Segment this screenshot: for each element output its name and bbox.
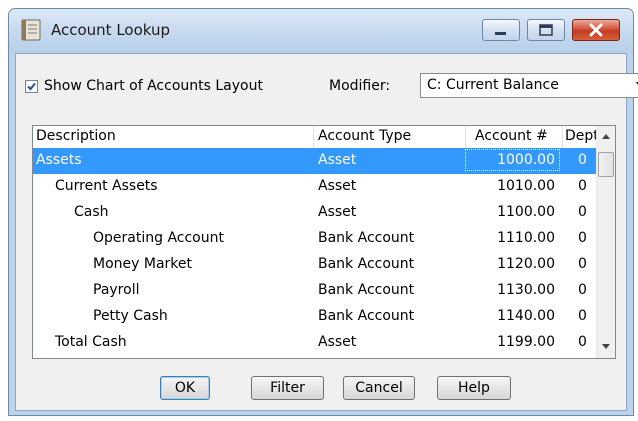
cell-account-number: 1120.00: [497, 256, 555, 272]
cell-account-number: 1110.00: [497, 230, 555, 246]
check-icon: [27, 82, 36, 91]
show-layout-label[interactable]: Show Chart of Accounts Layout: [44, 78, 263, 94]
close-icon: [589, 23, 603, 37]
cell-description: Current Assets: [55, 178, 158, 194]
filter-button[interactable]: Filter: [251, 376, 324, 400]
cell-account-type: Asset: [318, 334, 357, 350]
table-row[interactable]: Petty Cash Bank Account 1140.00 0: [33, 304, 598, 330]
table-header: Description Account Type Account # Dept: [33, 126, 599, 149]
modifier-select[interactable]: C: Current Balance: [420, 73, 638, 98]
cell-dept: 0: [578, 256, 587, 272]
focus-cell-outline: [465, 149, 560, 171]
accounts-table[interactable]: Description Account Type Account # Dept …: [32, 125, 616, 359]
cell-description: Cash: [74, 204, 109, 220]
cell-dept: 0: [578, 230, 587, 246]
cell-account-number: 1100.00: [497, 204, 555, 220]
maximize-button[interactable]: [527, 19, 565, 41]
cell-account-type: Asset: [318, 204, 357, 220]
cell-description: Operating Account: [93, 230, 224, 246]
modifier-label: Modifier:: [329, 78, 391, 94]
table-row[interactable]: Cash Asset 1100.00 0: [33, 200, 598, 226]
account-lookup-window: Account Lookup Show Chart of Accounts La…: [8, 8, 638, 416]
table-row[interactable]: Money Market Bank Account 1120.00 0: [33, 252, 598, 278]
table-row[interactable]: Total Cash Asset 1199.00 0: [33, 330, 598, 356]
cell-description: Money Market: [93, 256, 192, 272]
window-title: Account Lookup: [51, 21, 171, 39]
table-row[interactable]: Assets Asset 1000.00 0: [33, 148, 598, 174]
modifier-value: C: Current Balance: [427, 77, 559, 93]
column-header-account-number[interactable]: Account #: [475, 128, 548, 144]
cell-account-type: Bank Account: [318, 256, 415, 272]
table-row[interactable]: Payroll Bank Account 1130.00 0: [33, 278, 598, 304]
close-button[interactable]: [572, 19, 620, 41]
cell-description: Assets: [36, 152, 82, 168]
vertical-scrollbar[interactable]: [596, 126, 615, 358]
minimize-icon: [495, 32, 506, 35]
show-layout-checkbox[interactable]: [25, 80, 38, 93]
column-header-account-type[interactable]: Account Type: [318, 128, 411, 144]
cell-account-number: 1010.00: [497, 178, 555, 194]
cell-description: Payroll: [93, 282, 140, 298]
cell-dept: 0: [578, 308, 587, 324]
ledger-icon: [19, 19, 43, 41]
cell-account-number: 1130.00: [497, 282, 555, 298]
cell-description: Total Cash: [55, 334, 127, 350]
cancel-button[interactable]: Cancel: [343, 376, 415, 400]
scroll-up-icon[interactable]: [602, 134, 610, 139]
cell-account-type: Bank Account: [318, 308, 415, 324]
cell-account-number: 1140.00: [497, 308, 555, 324]
cell-dept: 0: [578, 178, 587, 194]
cell-dept: 0: [578, 204, 587, 220]
maximize-icon: [539, 24, 553, 36]
dialog-body: Show Chart of Accounts Layout Modifier: …: [15, 53, 638, 411]
title-bar[interactable]: Account Lookup: [9, 9, 633, 53]
minimize-button[interactable]: [482, 19, 520, 41]
cell-dept: 0: [578, 152, 587, 168]
cell-dept: 0: [578, 334, 587, 350]
column-divider[interactable]: [562, 126, 563, 148]
table-row[interactable]: Operating Account Bank Account 1110.00 0: [33, 226, 598, 252]
column-divider[interactable]: [313, 126, 314, 148]
column-divider[interactable]: [465, 126, 466, 148]
cell-dept: 0: [578, 282, 587, 298]
table-row[interactable]: Current Assets Asset 1010.00 0: [33, 174, 598, 200]
column-header-description[interactable]: Description: [36, 128, 116, 144]
cell-account-number: 1199.00: [497, 334, 555, 350]
scroll-down-icon[interactable]: [602, 344, 610, 349]
ok-button[interactable]: OK: [160, 376, 210, 400]
cell-account-type: Bank Account: [318, 230, 415, 246]
scrollbar-thumb[interactable]: [598, 152, 614, 177]
cell-description: Petty Cash: [93, 308, 168, 324]
cell-account-type: Asset: [318, 152, 357, 168]
column-header-dept[interactable]: Dept: [565, 128, 599, 144]
help-button[interactable]: Help: [437, 376, 511, 400]
cell-account-type: Asset: [318, 178, 357, 194]
cell-account-type: Bank Account: [318, 282, 415, 298]
